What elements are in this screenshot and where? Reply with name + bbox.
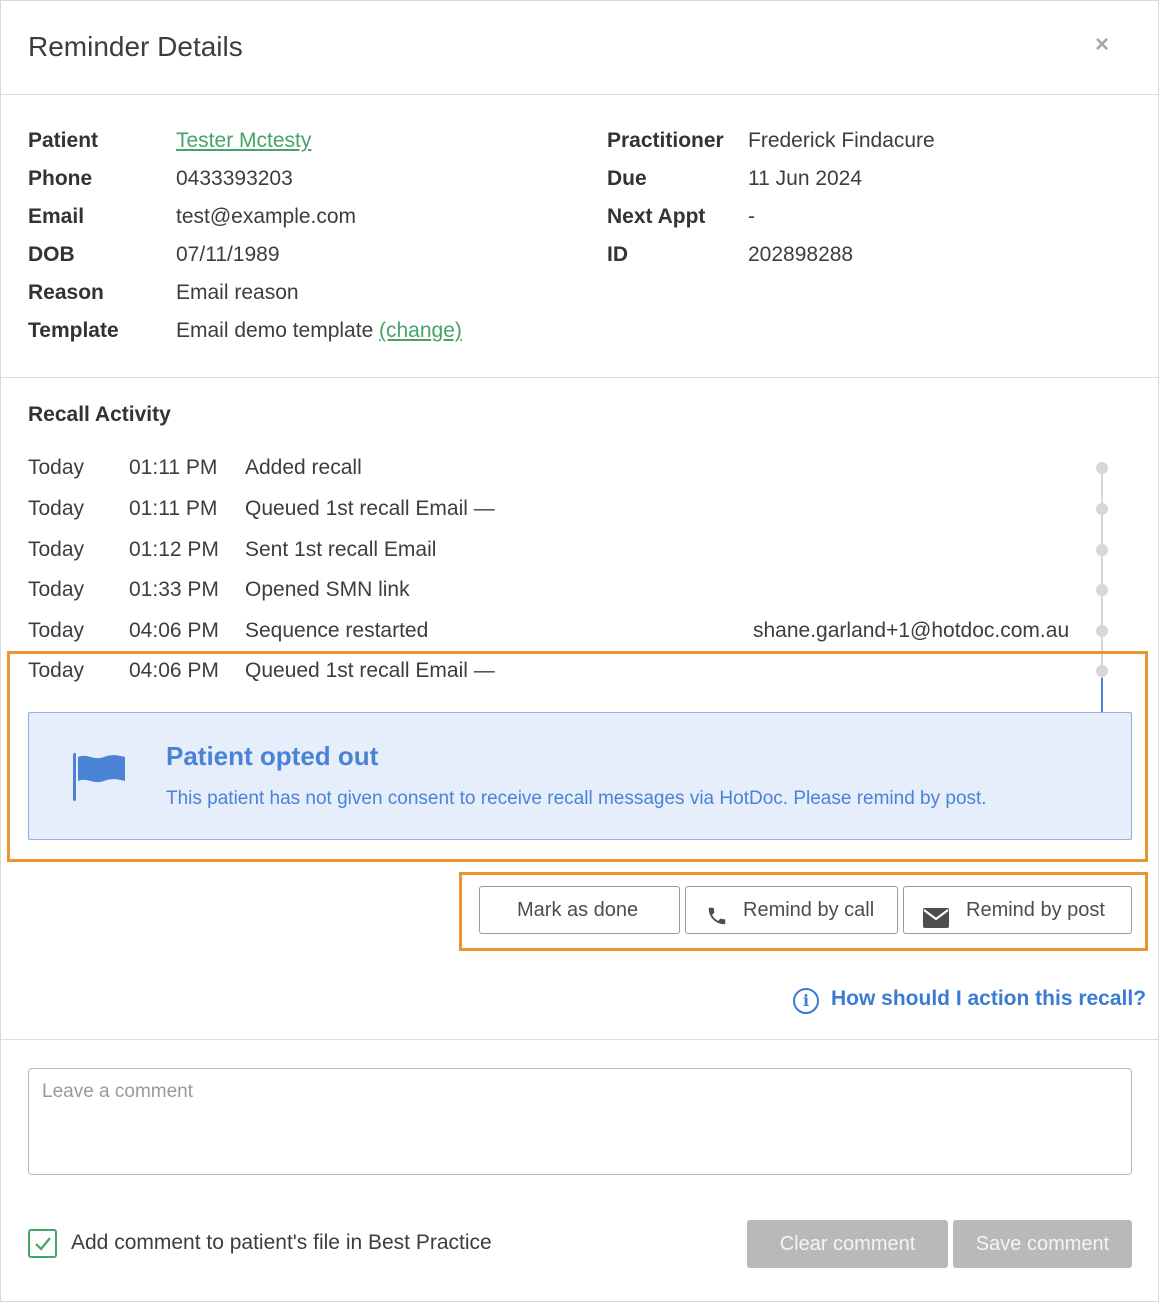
activity-row: Today 01:12 PM Sent 1st recall Email	[1, 535, 1101, 565]
info-icon: i	[793, 988, 819, 1014]
detail-label: ID	[607, 243, 628, 266]
activity-time: 01:12 PM	[129, 538, 219, 561]
activity-event: Opened SMN link	[245, 578, 410, 601]
activity-time: 01:33 PM	[129, 578, 219, 601]
detail-value: 0433393203	[176, 167, 293, 190]
activity-day: Today	[28, 578, 85, 601]
activity-row: Today 01:11 PM Queued 1st recall Email —	[1, 494, 1101, 524]
checkbox-label: Add comment to patient's file in Best Pr…	[71, 1231, 492, 1254]
add-to-file-checkbox[interactable]	[28, 1229, 57, 1258]
section-title: Recall Activity	[28, 403, 171, 426]
activity-time: 04:06 PM	[129, 619, 219, 642]
detail-value: 202898288	[748, 243, 854, 266]
detail-label: Phone	[28, 167, 93, 190]
activity-event: Added recall	[245, 456, 362, 479]
save-comment-button[interactable]: Save comment	[953, 1220, 1132, 1268]
detail-value: 11 Jun 2024	[748, 167, 863, 190]
remind-by-post-button[interactable]: Remind by post	[903, 886, 1132, 934]
activity-event: Sent 1st recall Email	[245, 538, 437, 561]
detail-label: Template	[28, 319, 119, 342]
close-icon[interactable]: ×	[1095, 31, 1109, 59]
patient-name-link[interactable]: Tester Mctesty	[176, 126, 311, 156]
activity-event: Sequence restarted	[245, 619, 429, 642]
activity-time: 01:11 PM	[129, 497, 218, 520]
detail-label: Practitioner	[607, 129, 724, 152]
detail-value: -	[748, 205, 755, 228]
comment-input[interactable]	[28, 1068, 1132, 1175]
detail-label: Due	[607, 167, 647, 190]
detail-value: test@example.com	[176, 205, 357, 228]
clear-comment-button[interactable]: Clear comment	[747, 1220, 948, 1268]
check-icon	[35, 1237, 51, 1251]
detail-value: Frederick Findacure	[748, 129, 935, 152]
activity-row: Today 01:11 PM Added recall	[1, 453, 1101, 483]
activity-day: Today	[28, 456, 85, 479]
detail-label: Next Appt	[607, 205, 706, 228]
reminder-details-modal: Reminder Details × Patient Tester Mctest…	[0, 0, 1159, 1302]
highlight-box-optout	[7, 651, 1148, 862]
activity-day: Today	[28, 538, 85, 561]
remind-by-call-button[interactable]: Remind by call	[685, 886, 898, 934]
help-label: How should I action this recall?	[831, 987, 1147, 1010]
modal-title: Reminder Details	[28, 31, 243, 62]
button-label: Mark as done	[517, 899, 639, 921]
patient-details: Patient Tester Mctesty Phone 0433393203 …	[1, 95, 1158, 378]
button-label: Remind by post	[966, 899, 1105, 921]
recall-activity-section: Recall Activity Today 01:11 PM Added rec…	[1, 378, 1158, 1040]
activity-time: 01:11 PM	[129, 456, 218, 479]
change-template-link[interactable]: (change)	[379, 316, 462, 346]
activity-row: Today 04:06 PM Sequence restarted shane.…	[1, 616, 1101, 646]
envelope-icon	[923, 899, 949, 928]
activity-user-email: shane.garland+1@hotdoc.com.au	[753, 619, 1070, 642]
phone-icon	[706, 898, 728, 925]
detail-label: Reason	[28, 281, 104, 304]
detail-value: Email reason	[176, 281, 299, 304]
mark-as-done-button[interactable]: Mark as done	[479, 886, 680, 934]
activity-day: Today	[28, 497, 85, 520]
modal-header: Reminder Details ×	[1, 1, 1158, 95]
activity-event: Queued 1st recall Email —	[245, 497, 495, 520]
detail-label: DOB	[28, 243, 75, 266]
detail-value: 07/11/1989	[176, 243, 280, 266]
activity-day: Today	[28, 619, 85, 642]
detail-label: Patient	[28, 129, 99, 152]
button-label: Remind by call	[743, 899, 875, 921]
activity-row: Today 01:33 PM Opened SMN link	[1, 575, 1101, 605]
detail-value: Email demo template	[176, 319, 374, 342]
detail-label: Email	[28, 205, 85, 228]
